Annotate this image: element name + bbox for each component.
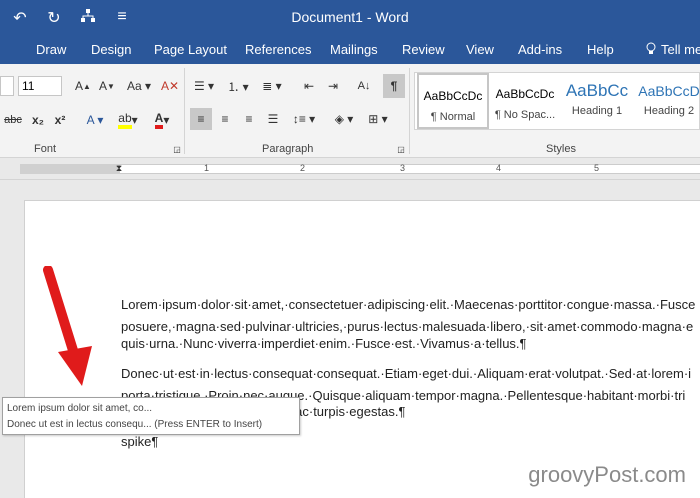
multilevel-list-icon[interactable]: ≣ ▾ [256, 76, 288, 96]
tell-me-label: Tell me [661, 42, 700, 57]
paragraph-line: quis·urna.·Nunc·viverra·imperdiet·enim.·… [121, 336, 527, 351]
shading-icon[interactable]: ◈ ▾ [328, 108, 360, 130]
tab-design[interactable]: Design [91, 42, 131, 57]
tab-references[interactable]: References [245, 42, 311, 57]
style-no-spacing[interactable]: AaBbCcDc ¶ No Spac... [489, 73, 561, 129]
strikethrough-icon[interactable]: abc [2, 110, 24, 130]
change-case-icon[interactable]: Aa ▾ [124, 76, 154, 96]
align-right-icon[interactable]: ≡ [238, 108, 260, 130]
font-color-icon[interactable]: A ▾ [146, 110, 178, 130]
text-effects-icon[interactable]: A ▾ [80, 110, 110, 130]
ruler-number: 4 [496, 163, 502, 173]
paragraph-line: Lorem·ipsum·dolor·sit·amet,·consectetuer… [121, 297, 696, 312]
style-heading-1[interactable]: AaBbCc Heading 1 [561, 73, 633, 129]
decrease-indent-icon[interactable]: ⇤ [298, 76, 320, 96]
style-name: ¶ Normal [430, 111, 476, 123]
style-heading-2[interactable]: AaBbCcD Heading 2 [633, 73, 700, 129]
tab-draw[interactable]: Draw [36, 42, 66, 57]
justify-icon[interactable]: ☰ [262, 108, 284, 130]
sort-icon[interactable]: A↓ [352, 76, 376, 96]
numbering-icon[interactable]: ⒈ ▾ [222, 76, 254, 96]
tab-add-ins[interactable]: Add-ins [518, 42, 562, 57]
title-bar: ↶ ↻ ≡ Document1 - Word [0, 0, 700, 36]
subscript-icon[interactable]: x₂ [28, 110, 48, 130]
borders-icon[interactable]: ⊞ ▾ [362, 108, 394, 130]
bullets-icon[interactable]: ☰ ▾ [188, 76, 220, 96]
style-preview: AaBbCcDc [495, 87, 555, 101]
tab-mailings[interactable]: Mailings [330, 42, 378, 57]
autocomplete-tooltip[interactable]: Lorem ipsum dolor sit amet, co... Donec … [2, 397, 300, 435]
font-name-dropdown[interactable] [0, 76, 14, 96]
group-separator [409, 68, 410, 154]
indent-marker-icon[interactable]: ⧗ [114, 160, 124, 176]
style-name: Heading 2 [643, 105, 695, 117]
style-preview: AaBbCcD [638, 83, 700, 99]
horizontal-ruler[interactable]: ⧗ 1 2 3 4 5 [0, 158, 700, 180]
superscript-icon[interactable]: x² [50, 110, 70, 130]
paragraph-group-label: Paragraph [262, 143, 314, 155]
clear-formatting-icon[interactable]: A✕ [158, 76, 182, 96]
ribbon-tabs: Draw Design Page Layout References Maili… [0, 36, 700, 64]
font-size-value: 11 [22, 79, 35, 93]
style-name: Heading 1 [571, 105, 623, 117]
tab-page-layout[interactable]: Page Layout [154, 42, 227, 57]
line-spacing-icon[interactable]: ↕≡ ▾ [288, 108, 320, 130]
increase-indent-icon[interactable]: ⇥ [322, 76, 344, 96]
paragraph-dialog-launcher-icon[interactable]: ◲ [396, 144, 406, 154]
group-separator [184, 68, 185, 154]
highlight-color-icon[interactable]: ab ▾ [112, 110, 144, 130]
tab-review[interactable]: Review [402, 42, 445, 57]
style-normal[interactable]: AaBbCcDc ¶ Normal [417, 73, 489, 129]
ruler-margin [20, 164, 120, 174]
style-preview: AaBbCc [565, 81, 629, 100]
lightbulb-icon [646, 42, 656, 54]
autocomplete-line-1: Lorem ipsum dolor sit amet, co... [7, 403, 153, 414]
style-name: ¶ No Spac... [494, 109, 556, 121]
ruler-number: 1 [204, 163, 210, 173]
font-dialog-launcher-icon[interactable]: ◲ [172, 144, 182, 154]
window-title: Document1 - Word [291, 9, 409, 25]
show-formatting-marks-icon[interactable]: ¶ [383, 74, 405, 98]
red-arrow-icon [43, 266, 92, 386]
ribbon: 11 A ▲ A ▼ Aa ▾ A✕ abc x₂ x² A ▾ ab ▾ A ▾ … [0, 64, 700, 158]
font-size-dropdown[interactable]: 11 [18, 76, 62, 96]
font-group-label: Font [34, 143, 57, 155]
paragraph-line: Donec·ut·est·in·lectus·consequat·consequ… [121, 366, 692, 381]
styles-gallery: AaBbCcDc ¶ Normal AaBbCcDc ¶ No Spac... … [414, 72, 700, 130]
tab-view[interactable]: View [466, 42, 494, 57]
ruler-number: 5 [594, 163, 600, 173]
styles-group-label: Styles [546, 143, 576, 155]
tell-me-box[interactable]: Tell me [645, 42, 700, 57]
watermark-logo: groovyPost.com [528, 462, 686, 487]
tab-help[interactable]: Help [587, 42, 614, 57]
align-left-icon[interactable]: ≡ [190, 108, 212, 130]
autocomplete-line-2: Donec ut est in lectus consequ... (Press… [7, 419, 263, 430]
align-center-icon[interactable]: ≡ [214, 108, 236, 130]
shrink-font-icon[interactable]: A ▼ [96, 76, 118, 96]
ruler-number: 2 [300, 163, 306, 173]
style-preview: AaBbCcDc [423, 89, 483, 103]
ruler-number: 3 [400, 163, 406, 173]
grow-font-icon[interactable]: A ▲ [72, 76, 94, 96]
document-page[interactable]: Lorem·ipsum·dolor·sit·amet,·consectetuer… [24, 200, 700, 498]
